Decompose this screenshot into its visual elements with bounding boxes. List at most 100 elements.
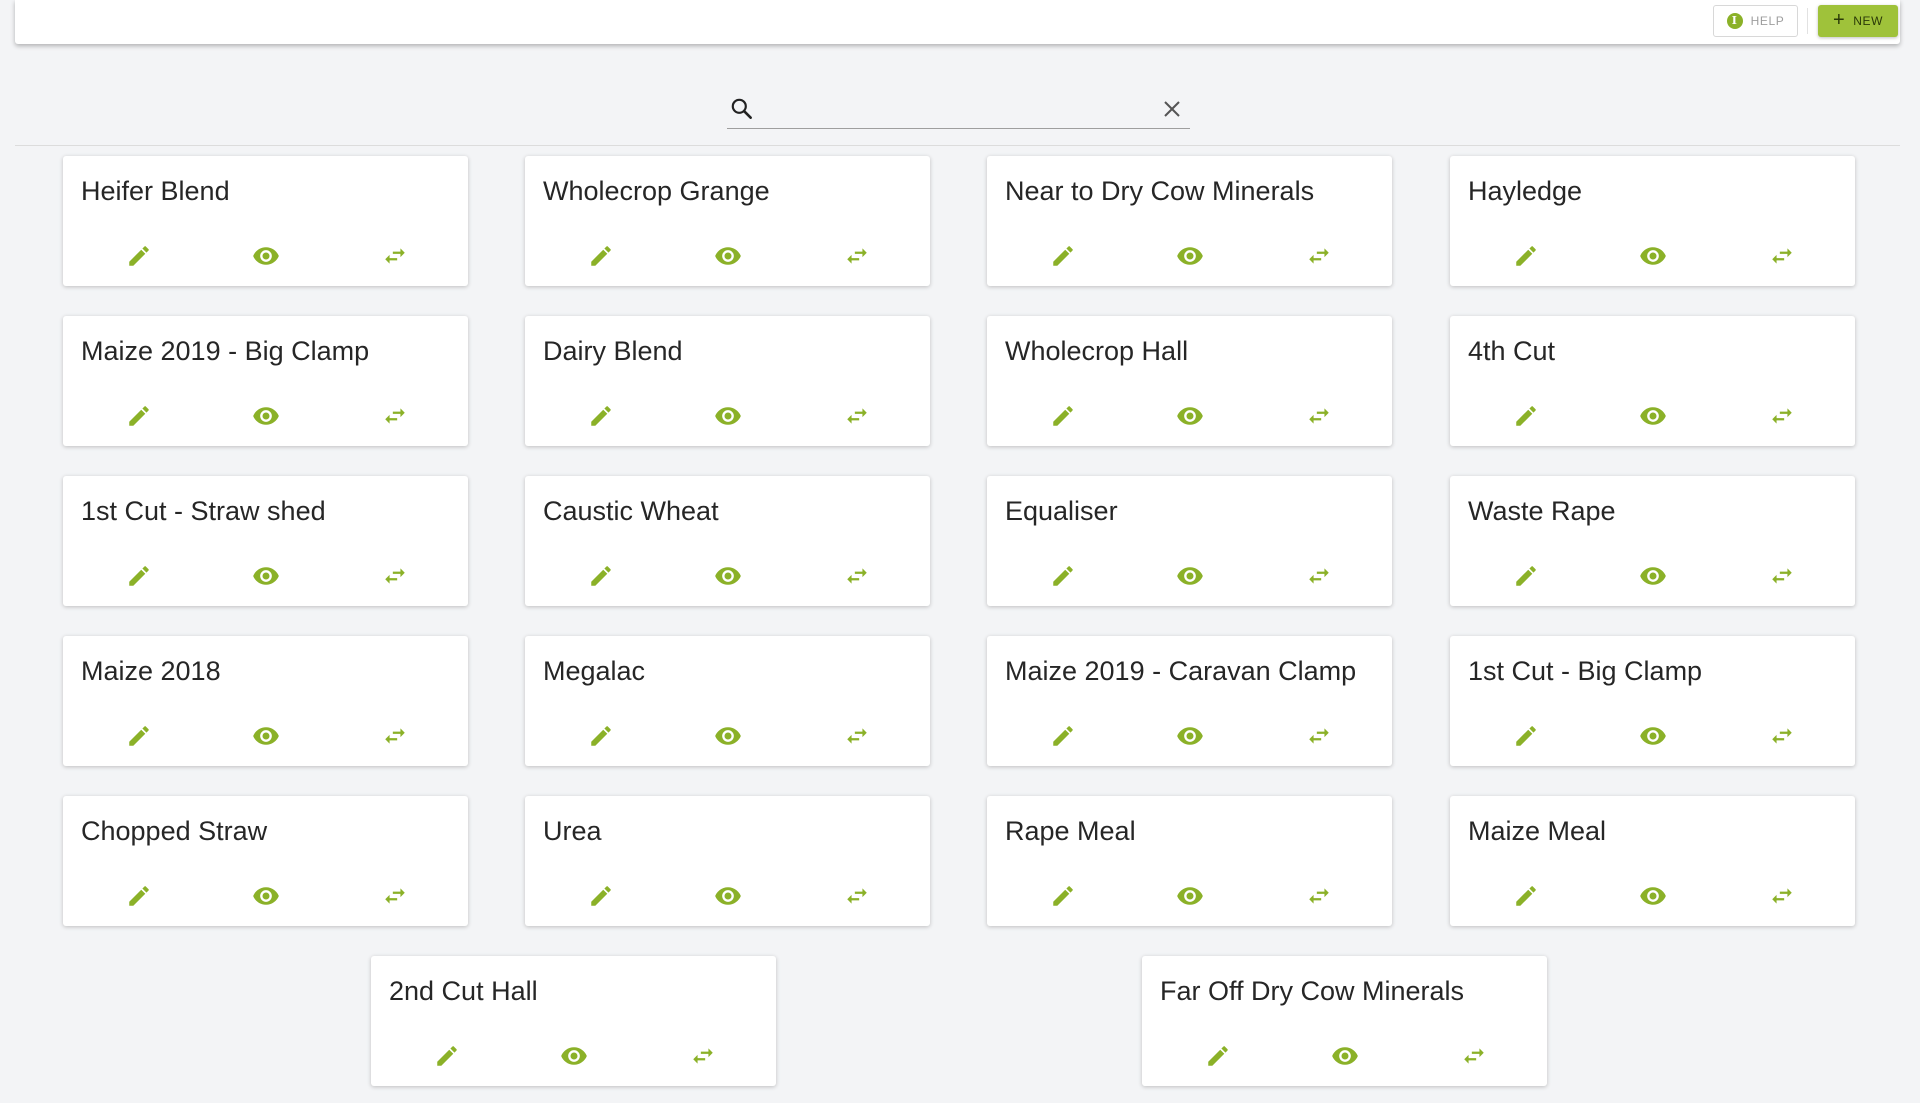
- feed-card-title: 1st Cut - Straw shed: [81, 496, 326, 526]
- feed-card: Waste Rape: [1450, 476, 1855, 606]
- swap-arrows-icon[interactable]: [843, 882, 871, 910]
- eye-icon[interactable]: [252, 722, 280, 750]
- feed-card-title: Heifer Blend: [81, 176, 230, 206]
- eye-icon[interactable]: [714, 722, 742, 750]
- eye-icon[interactable]: [1639, 242, 1667, 270]
- pencil-icon[interactable]: [1512, 722, 1540, 750]
- feed-card: 1st Cut - Straw shed: [63, 476, 468, 606]
- feed-card-title: Maize 2019 - Big Clamp: [81, 336, 370, 366]
- eye-icon[interactable]: [1639, 402, 1667, 430]
- top-toolbar: i HELP + NEW: [15, 0, 1900, 44]
- feed-card: Heifer Blend: [63, 156, 468, 286]
- eye-icon[interactable]: [1639, 562, 1667, 590]
- pencil-icon[interactable]: [1049, 722, 1077, 750]
- pencil-icon[interactable]: [1049, 882, 1077, 910]
- feed-card: Far Off Dry Cow Minerals: [1142, 956, 1547, 1086]
- feed-card: 1st Cut - Big Clamp: [1450, 636, 1855, 766]
- pencil-icon[interactable]: [587, 562, 615, 590]
- feed-card-title: 2nd Cut Hall: [389, 976, 538, 1006]
- eye-icon[interactable]: [1639, 722, 1667, 750]
- eye-icon[interactable]: [1176, 562, 1204, 590]
- swap-arrows-icon[interactable]: [843, 722, 871, 750]
- pencil-icon[interactable]: [1049, 562, 1077, 590]
- pencil-icon[interactable]: [125, 722, 153, 750]
- pencil-icon[interactable]: [1512, 402, 1540, 430]
- new-button[interactable]: + NEW: [1818, 5, 1898, 37]
- eye-icon[interactable]: [1176, 722, 1204, 750]
- eye-icon[interactable]: [252, 402, 280, 430]
- eye-icon[interactable]: [714, 402, 742, 430]
- swap-arrows-icon[interactable]: [381, 402, 409, 430]
- eye-icon[interactable]: [714, 242, 742, 270]
- pencil-icon[interactable]: [433, 1042, 461, 1070]
- swap-arrows-icon[interactable]: [381, 562, 409, 590]
- eye-icon[interactable]: [1176, 402, 1204, 430]
- swap-arrows-icon[interactable]: [1768, 562, 1796, 590]
- swap-arrows-icon[interactable]: [843, 242, 871, 270]
- swap-arrows-icon[interactable]: [1768, 242, 1796, 270]
- pencil-icon[interactable]: [587, 882, 615, 910]
- feed-card-title: Dairy Blend: [543, 336, 683, 366]
- pencil-icon[interactable]: [1204, 1042, 1232, 1070]
- feed-card-title: Chopped Straw: [81, 816, 268, 846]
- swap-arrows-icon[interactable]: [843, 402, 871, 430]
- pencil-icon[interactable]: [1512, 562, 1540, 590]
- swap-arrows-icon[interactable]: [1460, 1042, 1488, 1070]
- feed-card: Caustic Wheat: [525, 476, 930, 606]
- eye-icon[interactable]: [714, 562, 742, 590]
- feed-card-title: Maize 2018: [81, 656, 221, 686]
- pencil-icon[interactable]: [125, 882, 153, 910]
- swap-arrows-icon[interactable]: [1305, 242, 1333, 270]
- pencil-icon[interactable]: [1049, 402, 1077, 430]
- feed-card: Maize 2018: [63, 636, 468, 766]
- feed-card-title: Hayledge: [1468, 176, 1583, 206]
- eye-icon[interactable]: [1176, 242, 1204, 270]
- swap-arrows-icon[interactable]: [1305, 722, 1333, 750]
- swap-arrows-icon[interactable]: [1305, 402, 1333, 430]
- swap-arrows-icon[interactable]: [1768, 402, 1796, 430]
- pencil-icon[interactable]: [1049, 242, 1077, 270]
- eye-icon[interactable]: [1639, 882, 1667, 910]
- pencil-icon[interactable]: [587, 402, 615, 430]
- help-button-label: HELP: [1750, 14, 1785, 28]
- swap-arrows-icon[interactable]: [843, 562, 871, 590]
- feed-card: Maize 2019 - Caravan Clamp: [987, 636, 1392, 766]
- feed-card-title: Near to Dry Cow Minerals: [1005, 176, 1315, 206]
- feed-card-title: Waste Rape: [1468, 496, 1616, 526]
- swap-arrows-icon[interactable]: [381, 722, 409, 750]
- pencil-icon[interactable]: [587, 722, 615, 750]
- pencil-icon[interactable]: [125, 562, 153, 590]
- swap-arrows-icon[interactable]: [381, 242, 409, 270]
- swap-arrows-icon[interactable]: [1305, 882, 1333, 910]
- eye-icon[interactable]: [252, 562, 280, 590]
- close-icon[interactable]: [1162, 99, 1182, 124]
- search-input[interactable]: [761, 94, 1145, 126]
- eye-icon[interactable]: [1331, 1042, 1359, 1070]
- feed-card: 2nd Cut Hall: [371, 956, 776, 1086]
- feed-card-title: Maize Meal: [1468, 816, 1607, 846]
- swap-arrows-icon[interactable]: [1305, 562, 1333, 590]
- swap-arrows-icon[interactable]: [689, 1042, 717, 1070]
- feed-card-title: 4th Cut: [1468, 336, 1556, 366]
- feed-card: Urea: [525, 796, 930, 926]
- pencil-icon[interactable]: [125, 242, 153, 270]
- feed-card-title: 1st Cut - Big Clamp: [1468, 656, 1703, 686]
- eye-icon[interactable]: [560, 1042, 588, 1070]
- eye-icon[interactable]: [252, 882, 280, 910]
- feed-card: Equaliser: [987, 476, 1392, 606]
- feed-card: Dairy Blend: [525, 316, 930, 446]
- eye-icon[interactable]: [714, 882, 742, 910]
- help-button[interactable]: i HELP: [1713, 5, 1798, 37]
- pencil-icon[interactable]: [125, 402, 153, 430]
- pencil-icon[interactable]: [587, 242, 615, 270]
- swap-arrows-icon[interactable]: [1768, 882, 1796, 910]
- eye-icon[interactable]: [1176, 882, 1204, 910]
- swap-arrows-icon[interactable]: [1768, 722, 1796, 750]
- feed-card: Hayledge: [1450, 156, 1855, 286]
- swap-arrows-icon[interactable]: [381, 882, 409, 910]
- eye-icon[interactable]: [252, 242, 280, 270]
- feed-card-title: Far Off Dry Cow Minerals: [1160, 976, 1465, 1006]
- pencil-icon[interactable]: [1512, 882, 1540, 910]
- feed-card: Wholecrop Grange: [525, 156, 930, 286]
- pencil-icon[interactable]: [1512, 242, 1540, 270]
